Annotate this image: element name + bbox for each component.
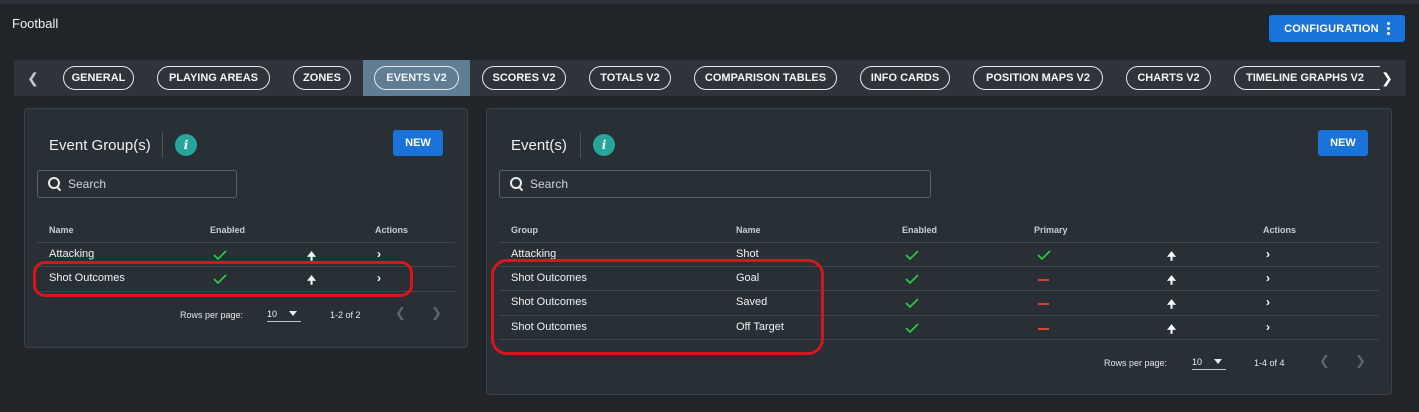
events-search <box>499 170 931 198</box>
tab-playing-areas[interactable]: PLAYING AREAS <box>157 66 270 90</box>
event-groups-panel: Event Group(s) i NEW Name Enabled Action… <box>24 108 468 348</box>
page-title: Football <box>12 16 59 31</box>
event-groups-title: Event Group(s) <box>49 137 151 154</box>
chevron-left-icon[interactable]: ❮ <box>395 305 406 321</box>
header-divider <box>499 242 1379 243</box>
arrow-up-icon[interactable]: 🠉 <box>1167 321 1176 340</box>
events-title: Event(s) <box>511 137 567 154</box>
row-action-chevron-icon[interactable]: › <box>1266 320 1270 334</box>
row-divider <box>37 291 455 292</box>
row-divider <box>499 266 1379 267</box>
tab-totals-v2[interactable]: TOTALS V2 <box>589 66 671 90</box>
row-group: Shot Outcomes <box>511 272 587 284</box>
check-icon <box>1037 250 1051 260</box>
info-icon[interactable]: i <box>175 134 197 156</box>
title-divider <box>580 132 581 158</box>
row-group: Attacking <box>511 248 557 260</box>
check-icon <box>213 250 227 260</box>
column-header-enabled[interactable]: Enabled <box>902 225 937 235</box>
row-action-chevron-icon[interactable]: › <box>1266 295 1270 309</box>
chevron-right-icon[interactable]: ❯ <box>1372 60 1402 96</box>
column-header-name[interactable]: Name <box>736 225 761 235</box>
configuration-button[interactable]: CONFIGURATION <box>1269 15 1405 42</box>
search-icon <box>48 177 62 191</box>
new-event-button[interactable]: NEW <box>1318 130 1368 156</box>
check-icon <box>905 274 919 284</box>
events-panel: Event(s) i NEW Group Name Enabled Primar… <box>486 108 1392 395</box>
search-icon <box>510 177 524 191</box>
rows-per-page-label: Rows per page: <box>180 310 244 320</box>
row-name: Goal <box>736 272 760 284</box>
row-action-chevron-icon[interactable]: › <box>1266 271 1270 285</box>
row-action-chevron-icon[interactable]: › <box>377 247 381 261</box>
tab-timeline-graphs-v2[interactable]: TIMELINE GRAPHS V2 <box>1234 66 1380 90</box>
rows-per-page-select[interactable]: 10 <box>267 306 301 322</box>
more-vert-icon <box>1386 22 1390 35</box>
chevron-left-icon[interactable]: ❮ <box>1319 353 1330 369</box>
row-group: Shot Outcomes <box>511 321 587 333</box>
tab-zones[interactable]: ZONES <box>293 66 351 90</box>
configuration-button-label: CONFIGURATION <box>1284 22 1379 35</box>
rows-per-page-value: 10 <box>267 308 278 319</box>
rows-per-page-label: Rows per page: <box>1104 358 1168 368</box>
tab-events-v2[interactable]: EVENTS V2 <box>374 66 459 90</box>
pagination-range: 1-2 of 2 <box>330 310 361 320</box>
dash-icon <box>1038 303 1049 305</box>
chevron-left-icon[interactable]: ❮ <box>18 60 48 96</box>
tab-comparison-tables[interactable]: COMPARISON TABLES <box>694 66 837 90</box>
column-header-name[interactable]: Name <box>49 225 74 235</box>
caret-down-icon <box>289 311 298 316</box>
header-divider <box>37 242 455 243</box>
events-search-input[interactable] <box>530 177 887 191</box>
tab-position-maps-v2[interactable]: POSITION MAPS V2 <box>973 66 1103 90</box>
event-groups-search <box>37 170 237 198</box>
chevron-right-icon[interactable]: ❯ <box>431 305 442 321</box>
column-header-actions: Actions <box>375 225 409 235</box>
column-header-actions: Actions <box>1263 225 1297 235</box>
chevron-right-icon[interactable]: ❯ <box>1355 353 1366 369</box>
event-groups-search-input[interactable] <box>68 177 228 191</box>
rows-per-page-value: 10 <box>1192 356 1203 367</box>
row-divider <box>37 266 455 267</box>
arrow-up-icon[interactable]: 🠉 <box>1167 248 1176 267</box>
tab-bar: GENERAL PLAYING AREAS ZONES EVENTS V2 SC… <box>14 60 1406 96</box>
title-divider <box>162 132 163 158</box>
dash-icon <box>1038 328 1049 330</box>
row-divider <box>499 339 1379 340</box>
row-action-chevron-icon[interactable]: › <box>377 271 381 285</box>
caret-down-icon <box>1214 359 1223 364</box>
new-event-group-button[interactable]: NEW <box>393 130 443 156</box>
tab-general[interactable]: GENERAL <box>63 66 134 90</box>
check-icon <box>213 274 227 284</box>
column-header-enabled[interactable]: Enabled <box>210 225 245 235</box>
row-divider <box>499 315 1379 316</box>
row-name: Saved <box>736 296 768 308</box>
arrow-up-icon[interactable]: 🠉 <box>307 248 316 267</box>
tab-charts-v2[interactable]: CHARTS V2 <box>1126 66 1211 90</box>
row-name: Shot <box>736 248 759 260</box>
dash-icon <box>1038 279 1049 281</box>
column-header-primary[interactable]: Primary <box>1034 225 1068 235</box>
top-strip <box>0 0 1419 4</box>
tab-scores-v2[interactable]: SCORES V2 <box>482 66 566 90</box>
pagination-range: 1-4 of 4 <box>1254 358 1285 368</box>
rows-per-page-select[interactable]: 10 <box>1192 354 1226 370</box>
column-header-group[interactable]: Group <box>511 225 538 235</box>
row-action-chevron-icon[interactable]: › <box>1266 247 1270 261</box>
row-name: Attacking <box>49 248 95 260</box>
tab-strip: GENERAL PLAYING AREAS ZONES EVENTS V2 SC… <box>14 60 1380 96</box>
row-name: Off Target <box>736 321 784 333</box>
row-group: Shot Outcomes <box>511 296 587 308</box>
row-name: Shot Outcomes <box>49 272 125 284</box>
row-divider <box>499 290 1379 291</box>
arrow-up-icon[interactable]: 🠉 <box>1167 272 1176 291</box>
check-icon <box>905 298 919 308</box>
tab-info-cards[interactable]: INFO CARDS <box>860 66 950 90</box>
info-icon[interactable]: i <box>593 134 615 156</box>
arrow-up-icon[interactable]: 🠉 <box>1167 296 1176 315</box>
arrow-up-icon[interactable]: 🠉 <box>307 272 316 291</box>
check-icon <box>905 323 919 333</box>
check-icon <box>905 250 919 260</box>
